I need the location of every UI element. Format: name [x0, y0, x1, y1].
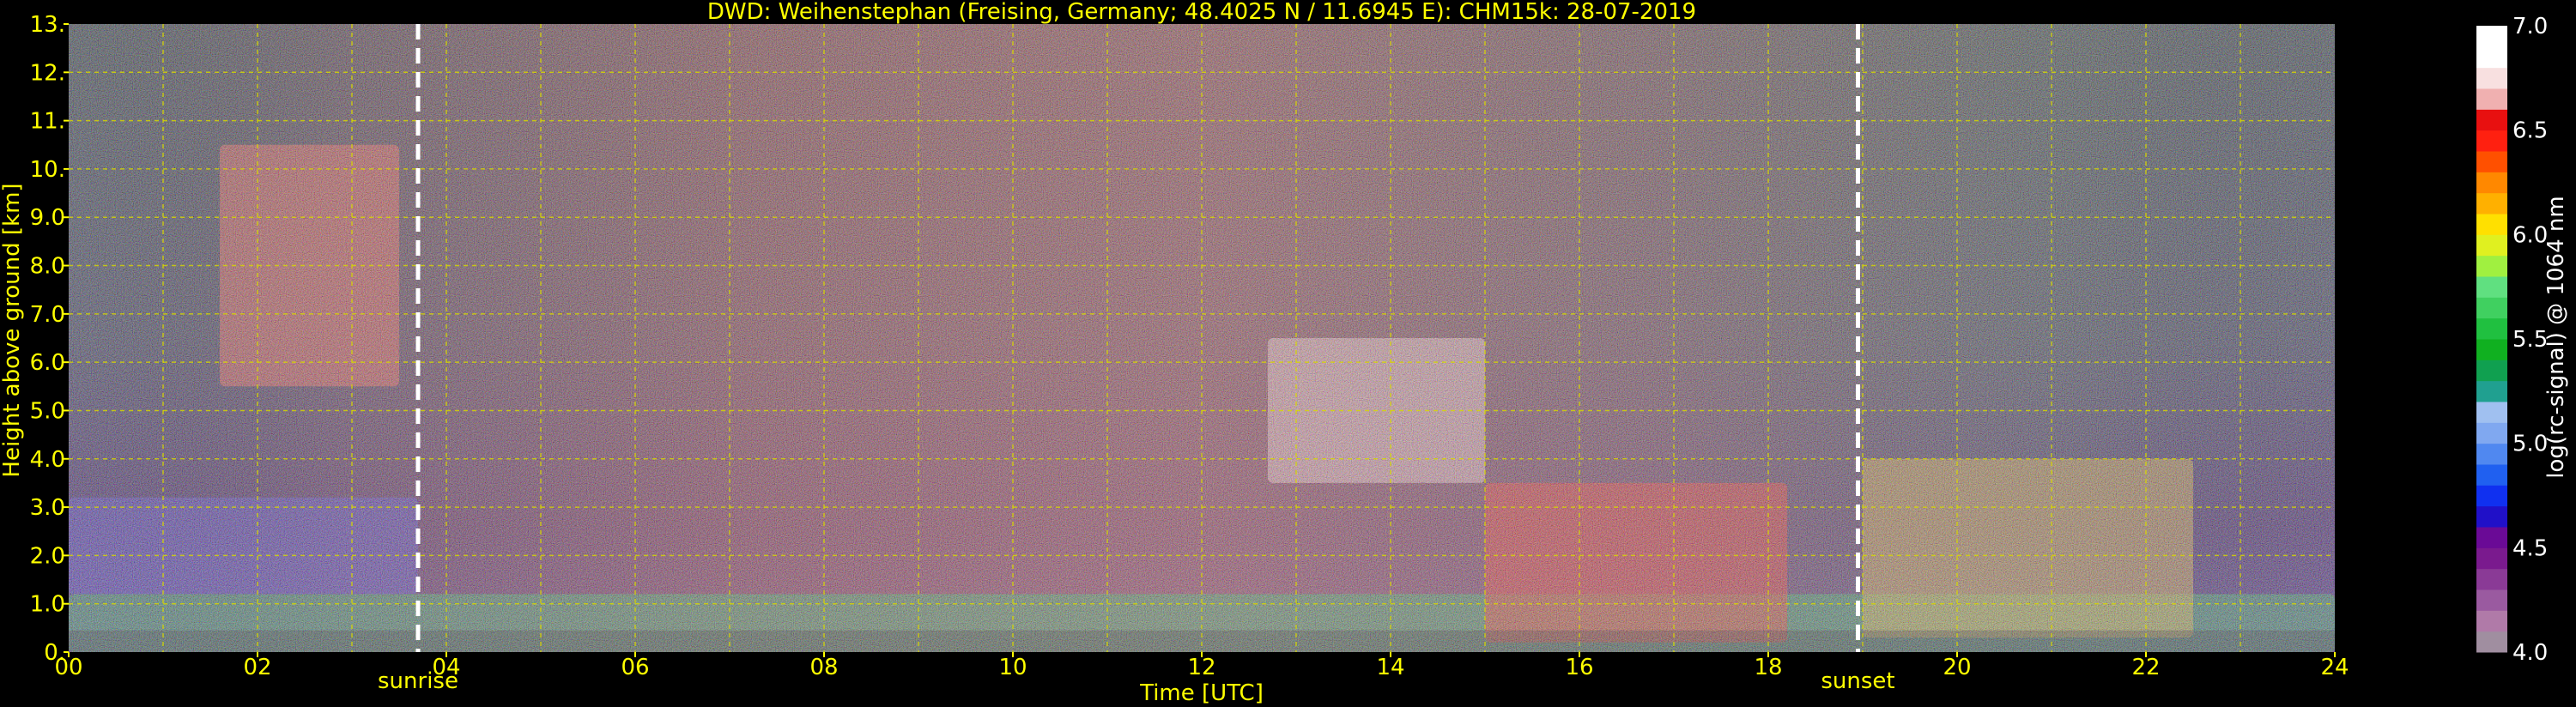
- colorbar-segment: [2476, 130, 2507, 152]
- colorbar-segment: [2476, 527, 2507, 548]
- x-tick-label: 22: [2131, 655, 2160, 680]
- colorbar-segment: [2476, 67, 2507, 89]
- colorbar-segment: [2476, 109, 2507, 131]
- colorbar-segment: [2476, 380, 2507, 402]
- colorbar-tick-label: 4.0: [2512, 640, 2548, 666]
- colorbar-segment: [2476, 192, 2507, 215]
- colorbar-segment: [2476, 402, 2507, 423]
- sunset-label: sunset: [1821, 668, 1894, 694]
- colorbar-segment: [2476, 589, 2507, 611]
- x-axis-label: Time [UTC]: [1139, 680, 1264, 706]
- colorbar-segment: [2476, 88, 2507, 110]
- x-tick-label: 24: [2320, 655, 2349, 680]
- x-tick-label: 12: [1187, 655, 1215, 680]
- colorbar-segment: [2476, 234, 2507, 257]
- colorbar-segment: [2476, 151, 2507, 172]
- colorbar-segment: [2476, 631, 2507, 653]
- colorbar-segment: [2476, 214, 2507, 235]
- colorbar-segment: [2476, 317, 2507, 340]
- y-tick-label: 7.0: [30, 302, 65, 328]
- x-tick-label: 10: [998, 655, 1027, 680]
- y-tick-label: 6.0: [30, 350, 65, 376]
- colorbar-segment: [2476, 568, 2507, 590]
- y-tick-label: 3.0: [30, 495, 65, 521]
- x-tick-label: 14: [1376, 655, 1404, 680]
- y-tick-label: 1.0: [30, 592, 65, 618]
- y-tick-label: 8.0: [30, 254, 65, 280]
- x-tick-label: 06: [621, 655, 649, 680]
- colorbar-segment: [2476, 443, 2507, 465]
- x-tick-label: 00: [54, 655, 82, 680]
- x-tick-label: 16: [1565, 655, 1593, 680]
- ceilometer-chart: DWD: Weihenstephan (Freising, Germany; 4…: [0, 0, 2569, 706]
- y-tick-label: 4.0: [30, 447, 65, 473]
- y-tick-label: 13.: [30, 12, 65, 38]
- y-tick-label: 10.: [30, 157, 65, 183]
- x-tick-label: 18: [1754, 655, 1782, 680]
- x-tick-label: 20: [1943, 655, 1971, 680]
- plot-area: [69, 24, 2335, 652]
- colorbar-label: log(rc-signal) @ 1064 nm: [2543, 196, 2569, 478]
- colorbar-segment: [2476, 339, 2507, 360]
- colorbar-tick-label: 6.5: [2512, 118, 2548, 144]
- colorbar-segment: [2476, 26, 2507, 47]
- colorbar-segment: [2476, 46, 2507, 69]
- x-tick-label: 08: [809, 655, 838, 680]
- y-tick-label: 11.: [30, 109, 65, 135]
- colorbar-segment: [2476, 255, 2507, 277]
- colorbar-segment: [2476, 172, 2507, 194]
- colorbar-segment: [2476, 547, 2507, 570]
- colorbar-segment: [2476, 360, 2507, 382]
- x-tick-label: 02: [243, 655, 271, 680]
- colorbar-tick-label: 4.5: [2512, 535, 2548, 561]
- y-tick-label: 2.0: [30, 543, 65, 569]
- event-labels: sunrise sunset: [378, 668, 1895, 694]
- sunrise-label: sunrise: [378, 668, 458, 694]
- y-tick-label: 5.0: [30, 398, 65, 424]
- colorbar-segment: [2476, 485, 2507, 507]
- chart-title: DWD: Weihenstephan (Freising, Germany; 4…: [707, 0, 1696, 25]
- colorbar-segment: [2476, 505, 2507, 528]
- colorbar-segment: [2476, 422, 2507, 444]
- y-axis-label: Height above ground [km]: [0, 183, 25, 477]
- colorbar-segment: [2476, 276, 2507, 298]
- y-tick-label: 9.0: [30, 205, 65, 231]
- y-tick-label: 12.: [30, 60, 65, 86]
- colorbar-tick-label: 7.0: [2512, 14, 2548, 39]
- colorbar-segment: [2476, 464, 2507, 486]
- colorbar-segment: [2476, 297, 2507, 319]
- colorbar-segment: [2476, 610, 2507, 632]
- colorbar: [2476, 26, 2507, 653]
- y-axis-ticks: 0.1.02.03.04.05.06.07.08.09.010.11.12.13…: [30, 12, 69, 666]
